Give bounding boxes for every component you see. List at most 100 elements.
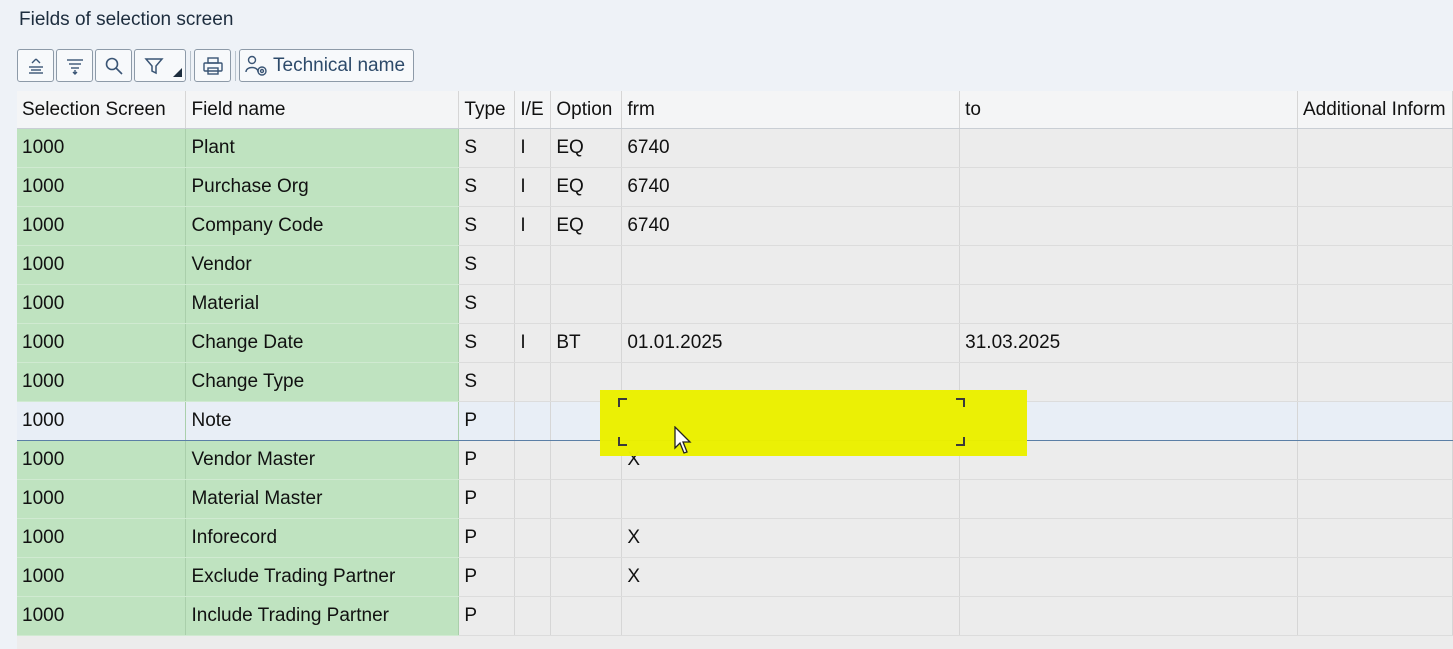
cell-selection-screen[interactable]: 1000 xyxy=(17,479,187,519)
column-header-from[interactable]: frm xyxy=(621,91,961,129)
cell-additional-info[interactable] xyxy=(1297,362,1453,402)
table-row[interactable]: 1000 Company Code S I EQ 6740 xyxy=(17,206,1453,246)
table-row[interactable]: 1000 Vendor S xyxy=(17,245,1453,285)
cell-selection-screen[interactable]: 1000 xyxy=(17,518,187,558)
cell-option[interactable] xyxy=(550,518,623,558)
table-row[interactable]: 1000 Purchase Org S I EQ 6740 xyxy=(17,167,1453,207)
cell-field-name[interactable]: Change Type xyxy=(185,362,460,402)
cell-type[interactable]: P xyxy=(458,479,516,519)
table-row[interactable]: 1000 Material S xyxy=(17,284,1453,324)
cell-type[interactable]: S xyxy=(458,284,516,324)
cell-ie[interactable]: I xyxy=(514,323,552,363)
filter-button[interactable] xyxy=(134,49,186,82)
cell-ie[interactable] xyxy=(514,479,552,519)
cell-option[interactable] xyxy=(550,596,623,636)
cell-selection-screen[interactable]: 1000 xyxy=(17,362,187,402)
cell-ie[interactable] xyxy=(514,518,552,558)
cell-type[interactable]: S xyxy=(458,206,516,246)
column-header-additional-info[interactable]: Additional Inform xyxy=(1297,91,1453,129)
cell-to[interactable] xyxy=(959,518,1298,558)
cell-type[interactable]: S xyxy=(458,167,516,207)
column-header-type[interactable]: Type xyxy=(458,91,516,129)
cell-to[interactable] xyxy=(959,206,1298,246)
cell-option[interactable] xyxy=(550,245,623,285)
cell-to[interactable] xyxy=(959,479,1298,519)
cell-ie[interactable] xyxy=(514,440,552,480)
sort-descending-button[interactable] xyxy=(56,49,93,82)
cell-to[interactable] xyxy=(959,596,1298,636)
cell-option[interactable] xyxy=(550,557,623,597)
table-row[interactable]: 1000 Plant S I EQ 6740 xyxy=(17,128,1453,168)
column-header-option[interactable]: Option xyxy=(550,91,623,129)
cell-option[interactable]: BT xyxy=(550,323,623,363)
cell-additional-info[interactable] xyxy=(1297,518,1453,558)
cell-ie[interactable] xyxy=(514,557,552,597)
table-row[interactable]: 1000 Change Date S I BT 01.01.2025 31.03.2025 xyxy=(17,323,1453,363)
print-button[interactable] xyxy=(194,49,231,82)
cell-to[interactable] xyxy=(959,557,1298,597)
cell-selection-screen[interactable]: 1000 xyxy=(17,128,187,168)
cell-option[interactable] xyxy=(550,284,623,324)
cell-ie[interactable] xyxy=(514,401,552,441)
search-button[interactable] xyxy=(95,49,132,82)
cell-type[interactable]: P xyxy=(458,518,516,558)
cell-from[interactable]: X xyxy=(621,518,961,558)
cell-to[interactable]: 31.03.2025 xyxy=(959,323,1298,363)
cell-selection-screen[interactable]: 1000 xyxy=(17,596,187,636)
cell-to[interactable] xyxy=(959,167,1298,207)
cell-option[interactable]: EQ xyxy=(550,206,623,246)
cell-type[interactable]: P xyxy=(458,401,516,441)
cell-field-name[interactable]: Include Trading Partner xyxy=(185,596,460,636)
cell-field-name[interactable]: Vendor xyxy=(185,245,460,285)
cell-type[interactable]: S xyxy=(458,128,516,168)
cell-to[interactable] xyxy=(959,284,1298,324)
cell-field-name[interactable]: Change Date xyxy=(185,323,460,363)
cell-field-name[interactable]: Plant xyxy=(185,128,460,168)
cell-type[interactable]: P xyxy=(458,557,516,597)
table-row[interactable]: 1000 Include Trading Partner P xyxy=(17,596,1453,636)
cell-from[interactable] xyxy=(621,479,961,519)
cell-field-name[interactable]: Company Code xyxy=(185,206,460,246)
cell-ie[interactable] xyxy=(514,284,552,324)
cell-to[interactable] xyxy=(959,245,1298,285)
cell-from[interactable] xyxy=(621,245,961,285)
cell-ie[interactable]: I xyxy=(514,206,552,246)
cell-selection-screen[interactable]: 1000 xyxy=(17,323,187,363)
cell-type[interactable]: S xyxy=(458,323,516,363)
cell-additional-info[interactable] xyxy=(1297,557,1453,597)
cell-additional-info[interactable] xyxy=(1297,167,1453,207)
cell-field-name[interactable]: Vendor Master xyxy=(185,440,460,480)
cell-additional-info[interactable] xyxy=(1297,440,1453,480)
cell-field-name[interactable]: Material xyxy=(185,284,460,324)
cell-type[interactable]: S xyxy=(458,245,516,285)
cell-field-name[interactable]: Exclude Trading Partner xyxy=(185,557,460,597)
cell-selection-screen[interactable]: 1000 xyxy=(17,206,187,246)
cell-additional-info[interactable] xyxy=(1297,596,1453,636)
table-row[interactable]: 1000 Inforecord P X xyxy=(17,518,1453,558)
cell-from[interactable] xyxy=(621,284,961,324)
cell-ie[interactable]: I xyxy=(514,167,552,207)
cell-option[interactable]: EQ xyxy=(550,167,623,207)
cell-additional-info[interactable] xyxy=(1297,128,1453,168)
cell-from[interactable]: 6740 xyxy=(621,167,961,207)
cell-from[interactable] xyxy=(621,596,961,636)
cell-selection-screen[interactable]: 1000 xyxy=(17,557,187,597)
cell-from[interactable]: 6740 xyxy=(621,206,961,246)
table-row[interactable]: 1000 Exclude Trading Partner P X xyxy=(17,557,1453,597)
column-header-ie[interactable]: I/E xyxy=(514,91,552,129)
table-row[interactable]: 1000 Material Master P xyxy=(17,479,1453,519)
cell-selection-screen[interactable]: 1000 xyxy=(17,440,187,480)
cell-to[interactable] xyxy=(959,128,1298,168)
cell-additional-info[interactable] xyxy=(1297,323,1453,363)
cell-from[interactable]: 01.01.2025 xyxy=(621,323,961,363)
cell-ie[interactable] xyxy=(514,596,552,636)
cell-from[interactable]: 6740 xyxy=(621,128,961,168)
cell-type[interactable]: S xyxy=(458,362,516,402)
cell-from[interactable]: X xyxy=(621,557,961,597)
dropdown-triangle-icon[interactable] xyxy=(173,68,182,77)
cell-selection-screen[interactable]: 1000 xyxy=(17,284,187,324)
cell-field-name[interactable]: Inforecord xyxy=(185,518,460,558)
cell-ie[interactable]: I xyxy=(514,128,552,168)
cell-additional-info[interactable] xyxy=(1297,245,1453,285)
cell-ie[interactable] xyxy=(514,245,552,285)
